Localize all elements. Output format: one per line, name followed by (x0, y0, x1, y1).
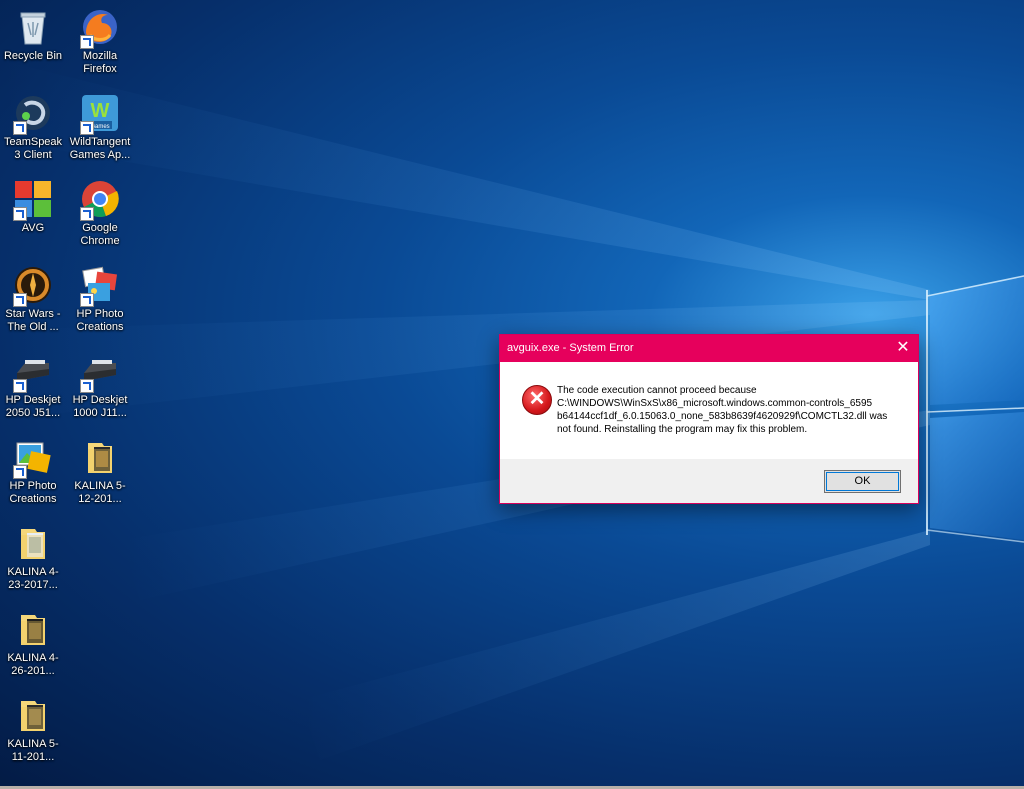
chrome-icon (80, 179, 120, 221)
desktop-icon-folder-kalina-5-11[interactable]: KALINA 5-11-201... (0, 693, 66, 764)
shortcut-arrow-icon (13, 121, 27, 135)
error-icon: ✕ (522, 385, 552, 415)
shortcut-arrow-icon (13, 379, 27, 393)
desktop-icon-chrome[interactable]: Google Chrome (67, 177, 133, 248)
desktop-icon-star-wars[interactable]: Star Wars - The Old ... (0, 263, 66, 334)
desktop-icon-label: KALINA 4-26-201... (7, 652, 59, 677)
desktop-icon-hp-deskjet-2050[interactable]: HP Deskjet 2050 J51... (0, 349, 66, 420)
desktop-icon-label: HP Deskjet 1000 J11... (72, 394, 128, 419)
dialog-title: avguix.exe - System Error (507, 342, 634, 354)
recycle-bin-icon (13, 7, 53, 47)
svg-text:W: W (91, 100, 110, 122)
shortcut-arrow-icon (80, 35, 94, 49)
shortcut-arrow-icon (13, 207, 27, 221)
desktop-icon-label: HP Photo Creations (76, 308, 124, 333)
error-message-line: b64144ccf1df_6.0.15063.0_none_583b8639f4… (557, 411, 888, 422)
avg-icon (13, 179, 53, 221)
desktop-icon-folder-kalina-4-23[interactable]: KALINA 4-23-2017... (0, 521, 66, 592)
desktop-icon-avg[interactable]: AVG (0, 177, 66, 235)
ok-button[interactable]: OK (824, 470, 901, 493)
wildtangent-icon: W Games (80, 93, 120, 135)
desktop-icon-folder-kalina-5-12[interactable]: KALINA 5-12-201... (67, 435, 133, 506)
folder-icon (13, 523, 53, 563)
desktop-icon-label: TeamSpeak 3 Client (3, 136, 63, 161)
error-message-line: C:\WINDOWS\WinSxS\x86_microsoft.windows.… (557, 398, 873, 409)
shortcut-arrow-icon (80, 207, 94, 221)
firefox-icon (80, 7, 120, 49)
desktop-icon-label: Mozilla Firefox (82, 50, 118, 75)
folder-icon (13, 609, 53, 649)
desktop-icon-label: WildTangent Games Ap... (69, 136, 131, 161)
dialog-content: ✕ The code execution cannot proceed beca… (500, 362, 918, 458)
hp-photo-creations-icon (80, 265, 120, 307)
desktop-icon-label: KALINA 4-23-2017... (7, 566, 59, 591)
desktop-icon-hp-deskjet-1000[interactable]: HP Deskjet 1000 J11... (67, 349, 133, 420)
error-message: The code execution cannot proceed becaus… (557, 384, 897, 436)
desktop-icon-recycle-bin[interactable]: Recycle Bin (0, 5, 66, 63)
printer-icon (80, 351, 120, 393)
shortcut-arrow-icon (80, 121, 94, 135)
desktop-icon-hp-photo-creations[interactable]: HP Photo Creations (67, 263, 133, 334)
error-message-line: not found. Reinstalling the program may … (557, 424, 808, 435)
desktop-icon-label: Google Chrome (80, 222, 120, 247)
shortcut-arrow-icon (80, 293, 94, 307)
desktop-icon-wildtangent[interactable]: W Games WildTangent Games Ap... (67, 91, 133, 162)
desktop-icon-teamspeak[interactable]: TeamSpeak 3 Client (0, 91, 66, 162)
folder-icon (13, 695, 53, 735)
desktop-icon-label: KALINA 5-12-201... (74, 480, 126, 505)
hp-photo-creations-icon (13, 437, 53, 479)
desktop-icon-label: HP Deskjet 2050 J51... (5, 394, 61, 419)
shortcut-arrow-icon (13, 465, 27, 479)
desktop-icon-label: KALINA 5-11-201... (7, 738, 59, 763)
close-button[interactable]: ✕ (888, 335, 918, 362)
desktop-icon-label: AVG (21, 222, 45, 234)
desktop-icon-hp-photo-creations-2[interactable]: HP Photo Creations (0, 435, 66, 506)
close-icon: ✕ (896, 339, 910, 356)
star-wars-icon (13, 265, 53, 307)
system-error-dialog: avguix.exe - System Error ✕ ✕ The code e… (499, 334, 919, 504)
error-message-line: The code execution cannot proceed becaus… (557, 385, 757, 396)
printer-icon (13, 351, 53, 393)
teamspeak-icon (13, 93, 53, 135)
desktop-icon-label: Recycle Bin (3, 50, 63, 62)
shortcut-arrow-icon (13, 293, 27, 307)
desktop-icon-label: Star Wars - The Old ... (5, 308, 61, 333)
dialog-titlebar[interactable]: avguix.exe - System Error ✕ (500, 335, 918, 362)
shortcut-arrow-icon (80, 379, 94, 393)
desktop-icon-firefox[interactable]: Mozilla Firefox (67, 5, 133, 76)
dialog-footer: OK (500, 459, 918, 503)
folder-icon (80, 437, 120, 477)
desktop-icon-label: HP Photo Creations (9, 480, 57, 505)
desktop-icon-folder-kalina-4-26[interactable]: KALINA 4-26-201... (0, 607, 66, 678)
